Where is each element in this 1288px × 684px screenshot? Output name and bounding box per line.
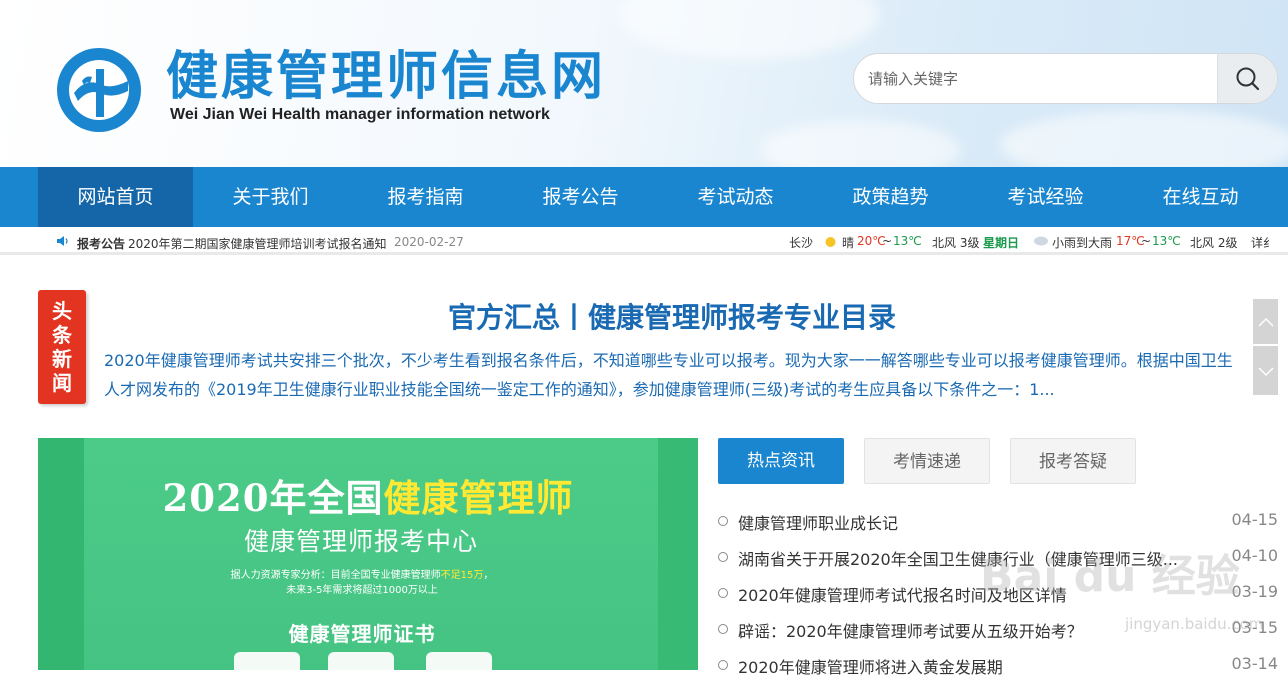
news-title[interactable]: 辟谣：2020年健康管理师考试要从五级开始考？ bbox=[738, 618, 1178, 642]
weather-tomorrow-wind: 北风 2级 bbox=[1190, 236, 1238, 250]
banner-title: 2020年全国健康管理师 bbox=[38, 468, 698, 522]
weather-more-link[interactable]: 详纟 bbox=[1251, 234, 1275, 251]
banner-card bbox=[234, 652, 300, 670]
sunny-icon bbox=[825, 237, 836, 247]
banner-card bbox=[426, 652, 492, 670]
weather-today-condition: 晴 bbox=[842, 236, 855, 250]
banner-subtitle: 健康管理师报考中心 bbox=[243, 527, 478, 556]
headline-scroll-control bbox=[1253, 299, 1278, 395]
weather-tomorrow-low: 13℃ bbox=[1152, 234, 1181, 248]
rain-cloud-icon bbox=[1034, 236, 1048, 246]
chevron-down-icon bbox=[1257, 366, 1274, 376]
chevron-up-icon bbox=[1257, 317, 1274, 327]
weather-today-low: 13℃ bbox=[893, 234, 922, 248]
banner-note: 据人力资源专家分析：目前全国专业健康管理师不足15万， 未来3-5年需求将超过1… bbox=[38, 568, 686, 598]
speaker-icon bbox=[57, 236, 68, 246]
banner-note-line2: 未来3-5年需求将超过1000万以上 bbox=[286, 585, 438, 596]
nav-item-home[interactable]: 网站首页 bbox=[38, 167, 193, 227]
news-date: 04-15 bbox=[1231, 510, 1279, 529]
news-title[interactable]: 健康管理师职业成长记 bbox=[738, 510, 1178, 534]
tab-exam-faq[interactable]: 报考答疑 bbox=[1010, 438, 1136, 484]
weather-today-wind: 北风 3级 bbox=[932, 236, 980, 250]
scroll-down-button[interactable] bbox=[1253, 348, 1278, 395]
weather-today-sep: ~ bbox=[882, 234, 893, 248]
watermark-url: jingyan.baidu.com bbox=[1125, 615, 1264, 633]
nav-item-interaction[interactable]: 在线互动 bbox=[1123, 167, 1278, 227]
ticker-label: 报考公告 bbox=[77, 237, 126, 251]
tab-hot-news[interactable]: 热点资讯 bbox=[718, 438, 844, 484]
banner-card bbox=[328, 652, 394, 670]
banner-note-highlight: 不足15万 bbox=[440, 570, 484, 581]
weather-tomorrow-condition: 小雨到大雨 bbox=[1052, 236, 1113, 250]
ticker-headline[interactable]: 2020年第二期国家健康管理师培训考试报名通知 bbox=[128, 235, 387, 252]
search-input[interactable] bbox=[868, 66, 1208, 92]
ticker-bar: 报考公告 2020年第二期国家健康管理师培训考试报名通知 2020-02-27 … bbox=[0, 227, 1288, 255]
bullet-icon bbox=[718, 624, 728, 634]
headline-title[interactable]: 官方汇总丨健康管理师报考专业目录 bbox=[0, 296, 1240, 336]
bullet-icon bbox=[718, 516, 728, 526]
badge-char: 新 bbox=[52, 347, 72, 371]
badge-char: 闻 bbox=[52, 371, 72, 395]
nav-item-exam-news[interactable]: 考试动态 bbox=[658, 167, 813, 227]
bullet-icon bbox=[718, 552, 728, 562]
news-date: 03-14 bbox=[1231, 654, 1279, 673]
banner-title-highlight: 健康管理师 bbox=[383, 476, 574, 520]
banner-title-prefix: 2020年全国 bbox=[162, 476, 384, 520]
search-icon bbox=[1236, 67, 1259, 90]
list-item: 健康管理师职业成长记 04-15 bbox=[718, 504, 1278, 540]
nav-item-about[interactable]: 关于我们 bbox=[193, 167, 348, 227]
site-logo-icon[interactable] bbox=[56, 47, 142, 133]
site-title: 健康管理师信息网 bbox=[166, 47, 607, 107]
promo-banner[interactable]: 2020年全国健康管理师 健康管理师报考中心 据人力资源专家分析：目前全国专业健… bbox=[38, 438, 698, 670]
banner-certificate-label: 健康管理师证书 bbox=[288, 622, 436, 646]
headline-summary: 2020年健康管理师考试共安排三个批次，不少考生看到报名条件后，不知道哪些专业可… bbox=[104, 351, 1233, 399]
site-subtitle: Wei Jian Wei Health manager information … bbox=[170, 106, 550, 123]
banner-note-prefix: 据人力资源专家分析：目前全国专业健康管理师 bbox=[230, 570, 441, 581]
site-header: 健康管理师信息网 Wei Jian Wei Health manager inf… bbox=[0, 0, 1288, 167]
weather-city: 长沙 bbox=[789, 236, 814, 250]
list-item: 2020年健康管理师将进入黄金发展期 03-14 bbox=[718, 648, 1278, 684]
nav-item-policy[interactable]: 政策趋势 bbox=[813, 167, 968, 227]
news-title[interactable]: 2020年健康管理师将进入黄金发展期 bbox=[738, 654, 1178, 678]
tab-exam-updates[interactable]: 考情速递 bbox=[864, 438, 990, 484]
nav-item-experience[interactable]: 考试经验 bbox=[968, 167, 1123, 227]
watermark: Bai du 经验 bbox=[980, 551, 1240, 602]
search-button[interactable] bbox=[1217, 54, 1277, 103]
search-box bbox=[853, 53, 1278, 104]
bullet-icon bbox=[718, 588, 728, 598]
weather-weekday: 星期日 bbox=[983, 236, 1020, 250]
scroll-up-button[interactable] bbox=[1253, 299, 1278, 346]
main-nav: 网站首页 关于我们 报考指南 报考公告 考试动态 政策趋势 考试经验 在线互动 bbox=[0, 167, 1288, 227]
ticker-date: 2020-02-27 bbox=[394, 235, 464, 249]
banner-note-suffix: ， bbox=[483, 570, 494, 581]
nav-item-announcement[interactable]: 报考公告 bbox=[503, 167, 658, 227]
weather-tomorrow-sep: ~ bbox=[1141, 234, 1152, 248]
nav-item-guide[interactable]: 报考指南 bbox=[348, 167, 503, 227]
bullet-icon bbox=[718, 660, 728, 670]
